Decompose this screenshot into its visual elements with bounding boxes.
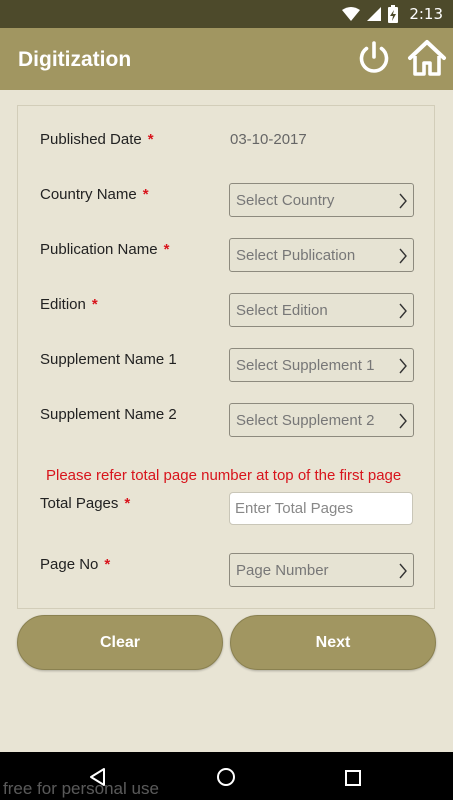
page-no-label: Page No * (40, 556, 110, 573)
published-date-label-text: Published Date (40, 131, 142, 148)
total-pages-label: Total Pages * (40, 495, 130, 512)
published-date-label: Published Date * (40, 131, 154, 148)
supplement2-label-text: Supplement Name 2 (40, 406, 177, 423)
publication-select-text: Select Publication (236, 247, 356, 264)
status-time: 2:13 (409, 5, 443, 23)
total-pages-input[interactable] (229, 492, 413, 525)
page-number-select[interactable]: Page Number (229, 553, 414, 587)
home-icon[interactable] (407, 38, 447, 78)
chevron-right-icon (399, 358, 407, 374)
edition-label: Edition * (40, 296, 98, 313)
home-circle-icon[interactable] (216, 767, 236, 787)
chevron-right-icon (399, 248, 407, 264)
required-marker: * (124, 495, 131, 512)
page-number-select-text: Page Number (236, 562, 329, 579)
supplement2-label: Supplement Name 2 (40, 406, 177, 423)
publication-label-text: Publication Name (40, 241, 158, 258)
total-pages-hint: Please refer total page number at top of… (46, 467, 402, 484)
country-label: Country Name * (40, 186, 149, 203)
page-title: Digitization (18, 48, 132, 71)
total-pages-label-text: Total Pages (40, 495, 119, 512)
watermark-text: free for personal use (3, 779, 159, 798)
battery-charging-icon (388, 5, 399, 23)
next-button[interactable]: Next (230, 615, 436, 670)
supplement2-select-text: Select Supplement 2 (236, 412, 375, 429)
required-marker: * (104, 556, 111, 573)
published-date-value: 03-10-2017 (230, 131, 307, 148)
country-select[interactable]: Select Country (229, 183, 414, 217)
supplement1-select[interactable]: Select Supplement 1 (229, 348, 414, 382)
publication-select[interactable]: Select Publication (229, 238, 414, 272)
chevron-right-icon (399, 193, 407, 209)
required-marker: * (147, 131, 154, 148)
required-marker: * (163, 241, 170, 258)
publication-label: Publication Name * (40, 241, 169, 258)
edition-select[interactable]: Select Edition (229, 293, 414, 327)
recent-apps-icon[interactable] (345, 770, 361, 786)
required-marker: * (142, 186, 149, 203)
app-bar: Digitization (0, 28, 453, 90)
chevron-right-icon (399, 413, 407, 429)
supplement1-select-text: Select Supplement 1 (236, 357, 375, 374)
power-icon[interactable] (356, 40, 392, 76)
edition-label-text: Edition (40, 296, 86, 313)
status-icons: 2:13 (342, 4, 443, 24)
supplement2-select[interactable]: Select Supplement 2 (229, 403, 414, 437)
status-bar: 2:13 (0, 0, 453, 28)
supplement1-label-text: Supplement Name 1 (40, 351, 177, 368)
required-marker: * (91, 296, 98, 313)
country-label-text: Country Name (40, 186, 137, 203)
page-no-label-text: Page No (40, 556, 99, 573)
clear-button[interactable]: Clear (17, 615, 223, 670)
chevron-right-icon (399, 563, 407, 579)
wifi-icon (342, 7, 361, 21)
supplement1-label: Supplement Name 1 (40, 351, 177, 368)
edition-select-text: Select Edition (236, 302, 328, 319)
chevron-right-icon (399, 303, 407, 319)
country-select-text: Select Country (236, 192, 335, 209)
signal-icon (367, 7, 382, 21)
